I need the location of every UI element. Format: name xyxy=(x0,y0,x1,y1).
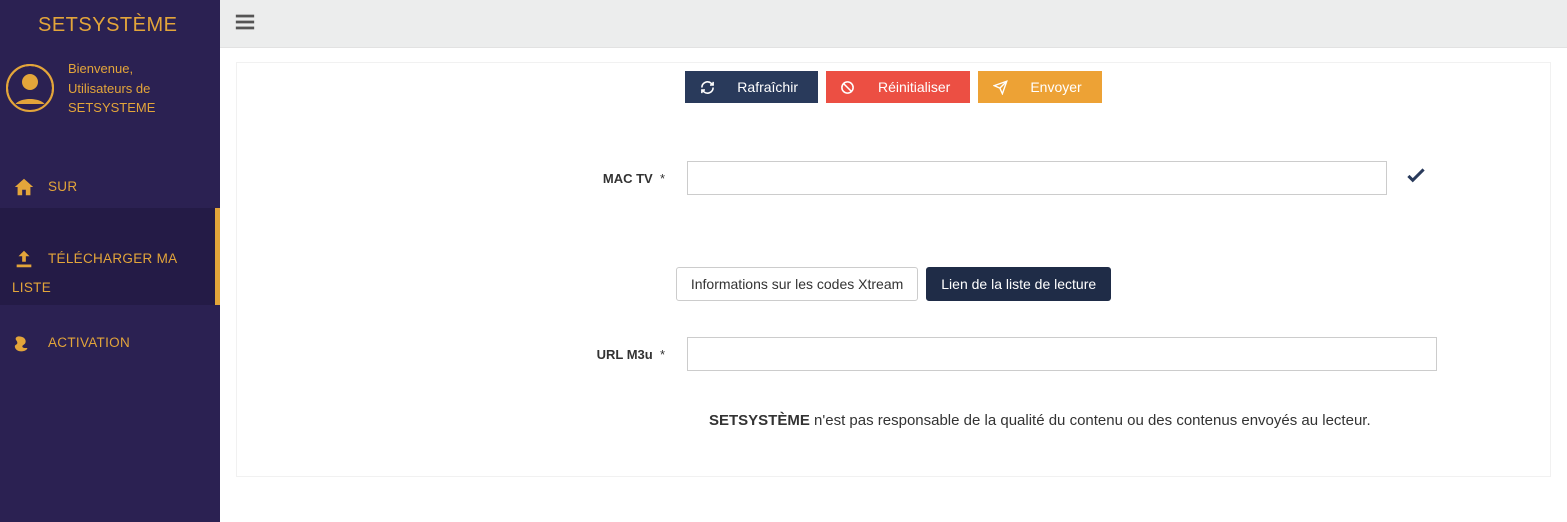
button-label: Rafraîchir xyxy=(737,79,798,95)
reset-button[interactable]: Réinitialiser xyxy=(826,71,970,103)
mac-row: MAC TV * xyxy=(257,161,1530,195)
ban-icon xyxy=(840,80,856,95)
send-button[interactable]: Envoyer xyxy=(978,71,1101,103)
welcome-text: Bienvenue, Utilisateurs de SETSYSTEME xyxy=(68,59,206,118)
sidebar-item-label: LISTE xyxy=(12,280,208,295)
action-buttons: Rafraîchir Réinitialiser Envoyer xyxy=(257,71,1530,103)
tab-playlist[interactable]: Lien de la liste de lecture xyxy=(926,267,1111,301)
sidebar-nav: SUR TÉLÉCHARGER MA LISTE ACTIVATION xyxy=(0,166,220,363)
brand-title: SETSYSTÈME xyxy=(0,0,220,47)
disclaimer-strong: SETSYSTÈME xyxy=(709,412,810,429)
panel: Rafraîchir Réinitialiser Envoyer xyxy=(236,62,1551,477)
tab-xtream[interactable]: Informations sur les codes Xtream xyxy=(676,267,918,301)
sidebar: SETSYSTÈME Bienvenue, Utilisateurs de SE… xyxy=(0,0,220,522)
m3u-row: URL M3u * xyxy=(257,337,1530,371)
check-icon xyxy=(1403,164,1429,193)
topbar xyxy=(220,0,1567,48)
sidebar-item-about[interactable]: SUR xyxy=(0,166,220,208)
send-icon xyxy=(992,80,1008,95)
button-label: Envoyer xyxy=(1030,79,1081,95)
welcome-line1: Bienvenue, xyxy=(68,59,206,79)
upload-icon xyxy=(12,248,36,270)
activation-icon xyxy=(12,333,36,353)
home-icon xyxy=(12,176,36,198)
welcome-block: Bienvenue, Utilisateurs de SETSYSTEME xyxy=(0,47,220,136)
content: Rafraîchir Réinitialiser Envoyer xyxy=(220,48,1567,522)
avatar xyxy=(6,64,54,112)
m3u-input[interactable] xyxy=(687,337,1437,371)
welcome-line2: Utilisateurs de SETSYSTEME xyxy=(68,79,206,118)
disclaimer: SETSYSTÈME n'est pas responsable de la q… xyxy=(709,407,1469,436)
tab-label: Lien de la liste de lecture xyxy=(941,276,1096,292)
hamburger-icon[interactable] xyxy=(234,11,256,36)
m3u-label: URL M3u * xyxy=(257,347,687,362)
tab-row: Informations sur les codes Xtream Lien d… xyxy=(257,267,1530,301)
refresh-icon xyxy=(699,80,715,95)
sidebar-item-upload[interactable]: TÉLÉCHARGER MA LISTE xyxy=(0,208,220,305)
mac-input[interactable] xyxy=(687,161,1387,195)
button-label: Réinitialiser xyxy=(878,79,950,95)
sidebar-item-label: TÉLÉCHARGER MA xyxy=(48,251,177,266)
main: Rafraîchir Réinitialiser Envoyer xyxy=(220,0,1567,522)
refresh-button[interactable]: Rafraîchir xyxy=(685,71,818,103)
disclaimer-text: n'est pas responsable de la qualité du c… xyxy=(810,412,1371,429)
sidebar-item-label: ACTIVATION xyxy=(48,335,130,350)
sidebar-item-activation[interactable]: ACTIVATION xyxy=(0,305,220,363)
sidebar-item-label: SUR xyxy=(48,179,77,194)
mac-label: MAC TV * xyxy=(257,171,687,186)
tab-label: Informations sur les codes Xtream xyxy=(691,276,903,292)
